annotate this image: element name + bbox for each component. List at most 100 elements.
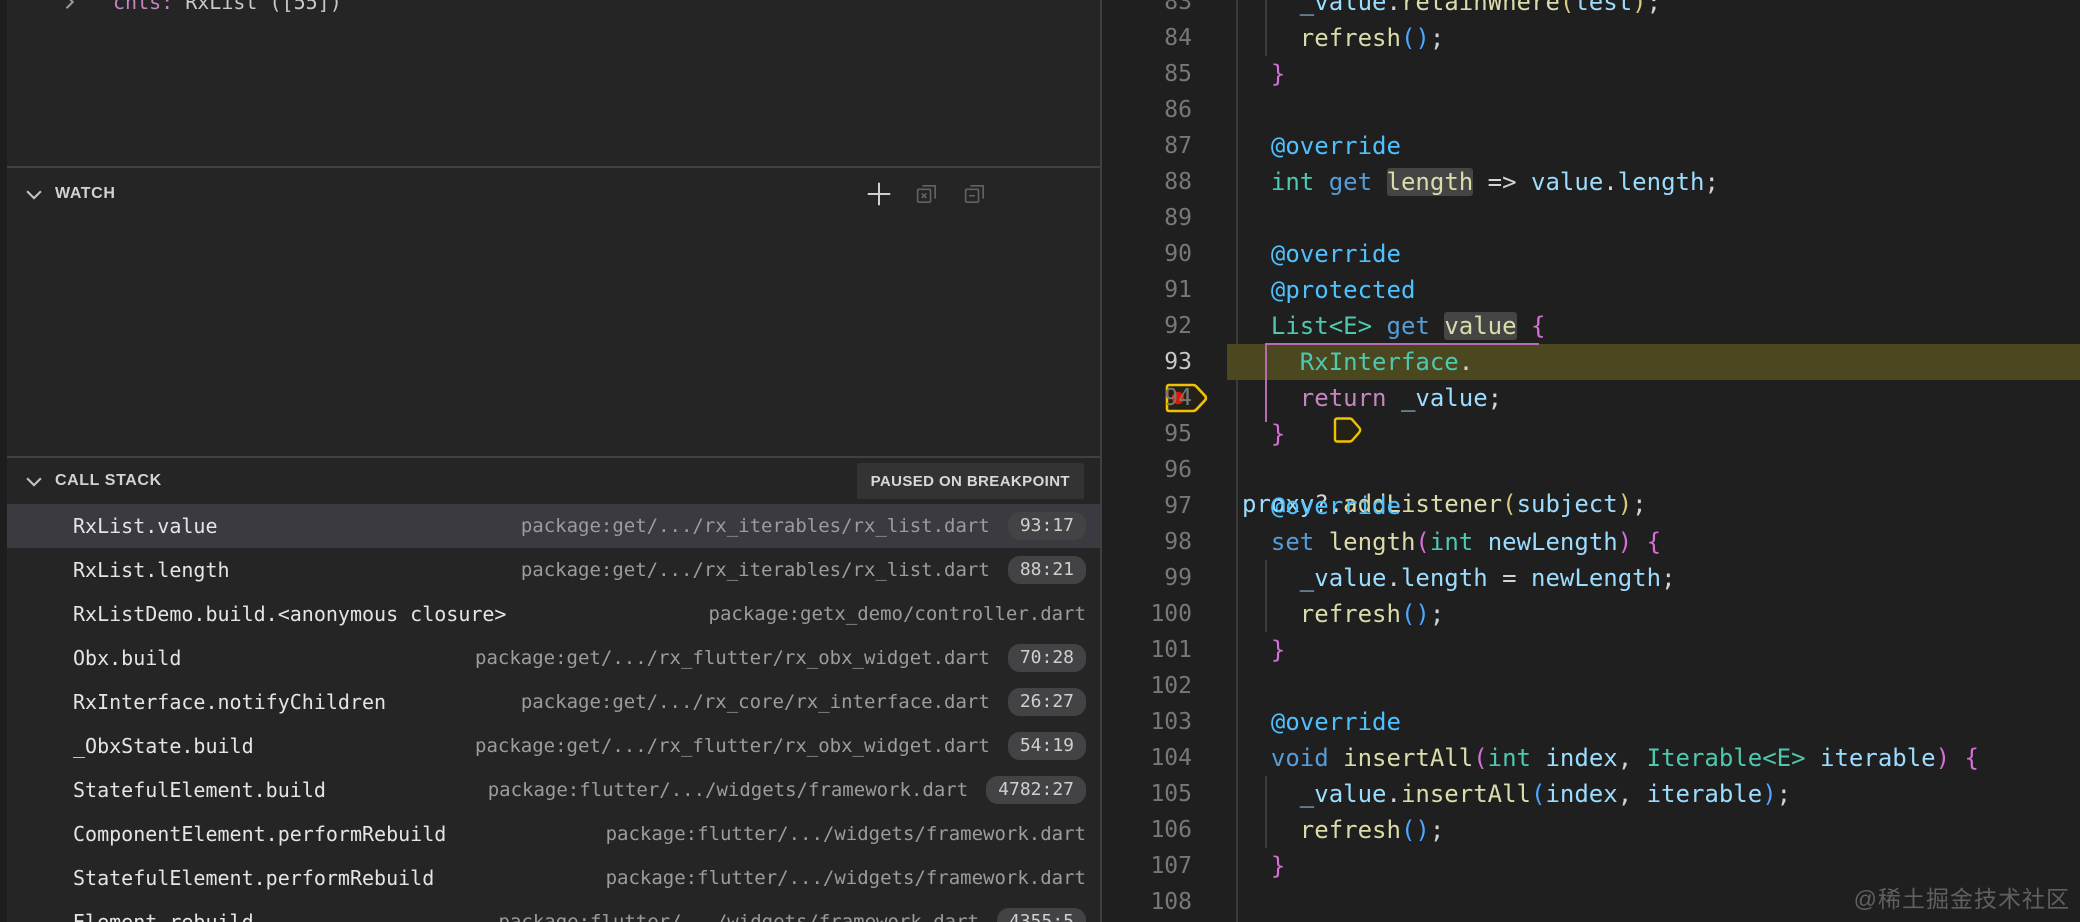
line-number[interactable]: 86 bbox=[1102, 92, 1227, 128]
code-token: return bbox=[1299, 384, 1387, 412]
line-number[interactable]: 99 bbox=[1102, 560, 1227, 596]
code-line[interactable]: 86 bbox=[1102, 92, 2080, 128]
line-number[interactable]: 89 bbox=[1102, 200, 1227, 236]
breakpoint-paused-icon[interactable] bbox=[1110, 346, 1208, 413]
line-number[interactable]: 84 bbox=[1102, 20, 1227, 56]
code-token: int bbox=[1487, 744, 1532, 772]
code-line[interactable]: 93 RxInterface. proxy?.addListener(subje… bbox=[1102, 344, 2080, 518]
call-stack-frame[interactable]: RxList.value package:get/.../rx_iterables… bbox=[7, 504, 1100, 548]
line-number[interactable]: 83 bbox=[1102, 0, 1227, 20]
line-number[interactable]: 95 bbox=[1102, 416, 1227, 452]
code-line[interactable]: 84 refresh(); bbox=[1102, 20, 2080, 56]
code-text: refresh(); bbox=[1227, 812, 2080, 848]
code-line[interactable]: 89 bbox=[1102, 200, 2080, 236]
code-line[interactable]: 91 @protected bbox=[1102, 272, 2080, 308]
code-line[interactable]: 99 _value.length = newLength; bbox=[1102, 560, 2080, 596]
code-line[interactable]: 83 _value.retainWhere(test); bbox=[1102, 0, 2080, 20]
call-stack-header[interactable]: CALL STACK PAUSED ON BREAKPOINT bbox=[7, 458, 1100, 504]
call-stack-frame[interactable]: StatefulElement.build package:flutter/...… bbox=[7, 768, 1100, 812]
code-line[interactable]: 106 refresh(); bbox=[1102, 812, 2080, 848]
code-line[interactable]: 104 void insertAll(int index, Iterable<E… bbox=[1102, 740, 2080, 776]
code-text: refresh(); bbox=[1227, 20, 2080, 56]
code-token: . bbox=[1603, 168, 1618, 196]
code-line[interactable]: 95 } bbox=[1102, 416, 2080, 452]
line-number[interactable]: 90 bbox=[1102, 236, 1227, 272]
variable-row-cnts[interactable]: cnts: RxList ([55]) bbox=[7, 0, 1100, 19]
code-line[interactable]: 97 @override bbox=[1102, 488, 2080, 524]
code-line[interactable]: 88 int get length => value.length; bbox=[1102, 164, 2080, 200]
code-line[interactable]: 90 @override bbox=[1102, 236, 2080, 272]
watch-header[interactable]: WATCH bbox=[7, 168, 1100, 220]
chevron-right-icon[interactable] bbox=[59, 0, 79, 12]
line-number[interactable]: 101 bbox=[1102, 632, 1227, 668]
code-token: iterable bbox=[1820, 744, 1936, 772]
line-number[interactable]: 106 bbox=[1102, 812, 1227, 848]
collapse-all-icon[interactable] bbox=[960, 179, 990, 209]
line-number[interactable]: 97 bbox=[1102, 488, 1227, 524]
line-number[interactable]: 102 bbox=[1102, 668, 1227, 704]
line-number[interactable]: 100 bbox=[1102, 596, 1227, 632]
chevron-down-icon[interactable] bbox=[23, 470, 45, 492]
code-token: void bbox=[1270, 744, 1329, 772]
code-line[interactable]: 102 bbox=[1102, 668, 2080, 704]
line-number[interactable]: 98 bbox=[1102, 524, 1227, 560]
call-stack-frame[interactable]: Element.rebuild package:flutter/.../widge… bbox=[7, 900, 1100, 922]
code-line[interactable]: 85 } bbox=[1102, 56, 2080, 92]
call-stack-frame[interactable]: RxInterface.notifyChildren package:get/..… bbox=[7, 680, 1100, 724]
remove-all-expressions-icon[interactable] bbox=[912, 179, 942, 209]
code-line[interactable]: 107 } bbox=[1102, 848, 2080, 884]
code-editor[interactable]: 83 _value.retainWhere(test); 84 refresh()… bbox=[1100, 0, 2080, 922]
code-line[interactable]: 101 } bbox=[1102, 632, 2080, 668]
call-stack-section: CALL STACK PAUSED ON BREAKPOINT RxList.v… bbox=[7, 456, 1100, 922]
code-token: RxInterface bbox=[1299, 348, 1459, 376]
code-line[interactable]: 87 @override bbox=[1102, 128, 2080, 164]
code-token: int bbox=[1429, 528, 1474, 556]
code-token: insertAll bbox=[1400, 780, 1531, 808]
line-number[interactable]: 108 bbox=[1102, 884, 1227, 920]
code-line[interactable]: 96 bbox=[1102, 452, 2080, 488]
frame-line-column-badge: 4355:5 bbox=[996, 908, 1086, 922]
code-line[interactable]: 98 set length(int newLength) { bbox=[1102, 524, 2080, 560]
code-line[interactable]: 92 List<E> get value { bbox=[1102, 308, 2080, 344]
line-number[interactable]: 107 bbox=[1102, 848, 1227, 884]
line-number[interactable]: 105 bbox=[1102, 776, 1227, 812]
code-text: } bbox=[1227, 632, 2080, 668]
call-stack-frame[interactable]: ComponentElement.performRebuild package:f… bbox=[7, 812, 1100, 856]
line-number[interactable]: 94 bbox=[1102, 380, 1227, 416]
line-number[interactable]: 85 bbox=[1102, 56, 1227, 92]
code-line[interactable]: 94 return _value; bbox=[1102, 380, 2080, 416]
line-number[interactable]: 88 bbox=[1102, 164, 1227, 200]
bracket-scope-guide bbox=[1265, 344, 1267, 422]
code-token: ; bbox=[1429, 600, 1445, 628]
line-number[interactable]: 96 bbox=[1102, 452, 1227, 488]
chevron-down-icon[interactable] bbox=[23, 183, 45, 205]
line-number[interactable]: 93 bbox=[1102, 344, 1227, 413]
line-number[interactable]: 91 bbox=[1102, 272, 1227, 308]
call-stack-frame[interactable]: StatefulElement.performRebuild package:fl… bbox=[7, 856, 1100, 900]
call-stack-frame[interactable]: _ObxState.build package:get/.../rx_flutte… bbox=[7, 724, 1100, 768]
call-stack-frame[interactable]: RxListDemo.build.<anonymous closure> pack… bbox=[7, 592, 1100, 636]
line-number[interactable]: 87 bbox=[1102, 128, 1227, 164]
code-token: value bbox=[1531, 168, 1604, 196]
line-number[interactable]: 103 bbox=[1102, 704, 1227, 740]
code-text: void insertAll(int index, Iterable<E> it… bbox=[1227, 740, 2080, 776]
code-token: ( bbox=[1400, 24, 1416, 52]
call-stack-frame[interactable]: RxList.length package:get/.../rx_iterable… bbox=[7, 548, 1100, 592]
frame-source-path: package:get/.../rx_iterables/rx_list.dar… bbox=[520, 515, 990, 537]
line-number[interactable]: 92 bbox=[1102, 308, 1227, 344]
code-line[interactable]: 105 _value.insertAll(index, iterable); bbox=[1102, 776, 2080, 812]
line-number[interactable]: 104 bbox=[1102, 740, 1227, 776]
code-line[interactable]: 103 @override bbox=[1102, 704, 2080, 740]
code-line[interactable]: 100 refresh(); bbox=[1102, 596, 2080, 632]
call-stack-frame[interactable]: Obx.build package:get/.../rx_flutter/rx_o… bbox=[7, 636, 1100, 680]
add-expression-icon[interactable] bbox=[864, 179, 894, 209]
code-token: set bbox=[1270, 528, 1315, 556]
